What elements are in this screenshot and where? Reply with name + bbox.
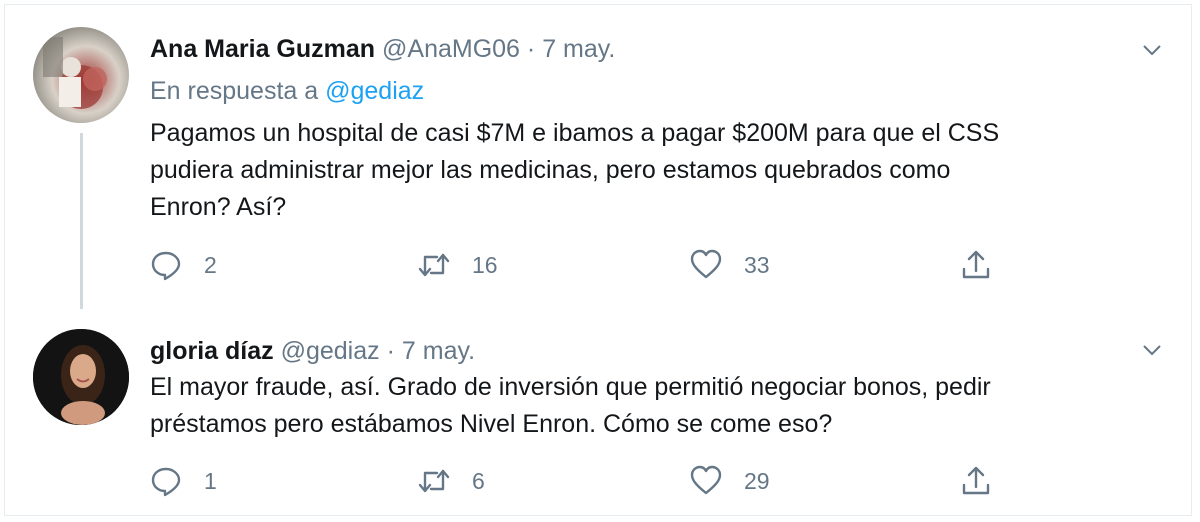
display-name[interactable]: gloria díaz — [150, 337, 274, 365]
user-handle[interactable]: @AnaMG06 — [382, 35, 520, 63]
avatar[interactable] — [33, 27, 129, 123]
tweet-date[interactable]: 7 may. — [402, 337, 475, 365]
user-handle[interactable]: @gediaz — [281, 337, 380, 365]
heart-icon — [690, 249, 722, 279]
tweet[interactable]: gloria díaz @gediaz · 7 may. El mayor fr… — [5, 315, 1193, 517]
avatar-photo-icon — [43, 37, 107, 109]
reply-mention-link[interactable]: @gediaz — [325, 77, 424, 105]
heart-icon — [690, 465, 722, 495]
reply-button[interactable]: 1 — [150, 461, 217, 501]
display-name[interactable]: Ana Maria Guzman — [150, 35, 375, 63]
reply-context: En respuesta a @gediaz — [150, 75, 424, 107]
tweet-actions: 2 16 33 — [150, 245, 1050, 285]
tweet-text-line: Enron? Así? — [150, 193, 287, 221]
tweet-thread: Ana Maria Guzman @AnaMG06 · 7 may. En re… — [4, 4, 1192, 516]
like-count: 29 — [744, 467, 770, 494]
retweet-button[interactable]: 16 — [418, 245, 498, 285]
reply-count: 1 — [204, 467, 217, 494]
tweet-text-line: pudiera administrar mejor las medicinas,… — [150, 156, 951, 184]
share-icon — [962, 466, 990, 495]
tweet[interactable]: Ana Maria Guzman @AnaMG06 · 7 may. En re… — [5, 5, 1193, 315]
share-button[interactable] — [960, 461, 992, 501]
like-button[interactable]: 29 — [690, 461, 770, 501]
tweet-text: Pagamos un hospital de casi $7M e ibamos… — [150, 115, 1160, 226]
share-icon — [962, 250, 990, 279]
retweet-button[interactable]: 6 — [418, 461, 485, 501]
tweet-text-line: El mayor fraude, así. Grado de inversión… — [150, 373, 991, 401]
like-button[interactable]: 33 — [690, 245, 770, 285]
reply-icon — [151, 251, 181, 281]
tweet-text-line: préstamos pero estábamos Nivel Enron. Có… — [150, 410, 833, 438]
thread-connector — [80, 133, 83, 309]
tweet-text-line: Pagamos un hospital de casi $7M e ibamos… — [150, 119, 1000, 147]
reply-count: 2 — [204, 251, 217, 278]
chevron-down-icon[interactable] — [1141, 39, 1163, 61]
chevron-down-icon[interactable] — [1141, 339, 1163, 361]
share-button[interactable] — [960, 245, 992, 285]
reply-button[interactable]: 2 — [150, 245, 217, 285]
separator-dot: · — [386, 337, 395, 365]
reply-prefix: En respuesta a — [150, 77, 319, 105]
tweet-header: Ana Maria Guzman @AnaMG06 · 7 may. — [150, 33, 615, 65]
retweet-count: 6 — [472, 467, 485, 494]
retweet-count: 16 — [472, 251, 498, 278]
like-count: 33 — [744, 251, 770, 278]
tweet-date[interactable]: 7 may. — [542, 35, 615, 63]
tweet-header: gloria díaz @gediaz · 7 may. — [150, 335, 475, 367]
retweet-icon — [418, 469, 450, 493]
tweet-actions: 1 6 29 — [150, 461, 1050, 501]
separator-dot: · — [526, 35, 536, 63]
retweet-icon — [418, 253, 450, 277]
reply-icon — [151, 467, 181, 497]
avatar[interactable] — [33, 329, 129, 425]
avatar-photo-icon — [33, 329, 129, 425]
tweet-text: El mayor fraude, así. Grado de inversión… — [150, 369, 1160, 443]
